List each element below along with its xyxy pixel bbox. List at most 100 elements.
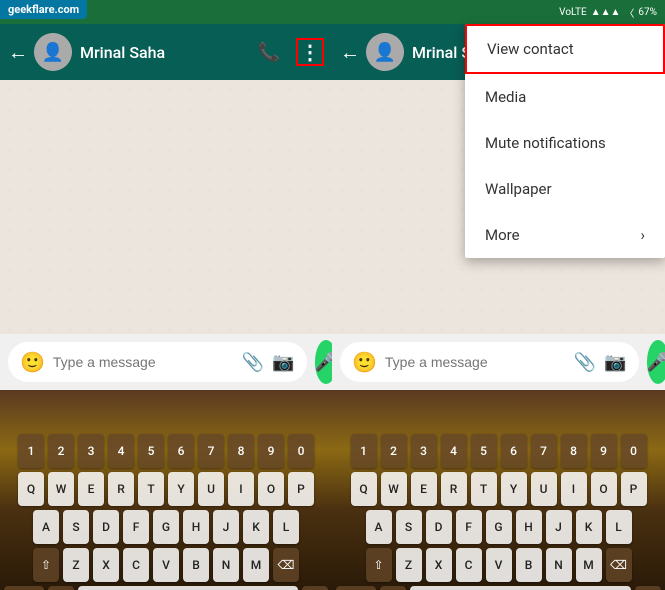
camera-icon-right[interactable]: 📷	[604, 352, 626, 373]
key-r-d[interactable]: D	[426, 510, 452, 544]
key-c[interactable]: C	[123, 548, 149, 582]
key-l[interactable]: L	[273, 510, 299, 544]
key-a[interactable]: A	[33, 510, 59, 544]
emoji-icon[interactable]: 🙂	[20, 350, 45, 374]
key-r-2[interactable]: 2	[381, 434, 407, 468]
key-r-c[interactable]: C	[456, 548, 482, 582]
key-j[interactable]: J	[213, 510, 239, 544]
key-d[interactable]: D	[93, 510, 119, 544]
shift-key[interactable]: ⇧	[33, 548, 59, 582]
key-r-o[interactable]: O	[591, 472, 617, 506]
back-button[interactable]: ←	[8, 40, 28, 65]
key-2[interactable]: 2	[48, 434, 74, 468]
key-y[interactable]: Y	[168, 472, 194, 506]
key-1[interactable]: 1	[18, 434, 44, 468]
key-g[interactable]: G	[153, 510, 179, 544]
key-u[interactable]: U	[198, 472, 224, 506]
more-button[interactable]: ⋮	[296, 38, 324, 66]
key-s[interactable]: S	[63, 510, 89, 544]
key-r-0[interactable]: 0	[621, 434, 647, 468]
key-r[interactable]: R	[108, 472, 134, 506]
key-h[interactable]: H	[183, 510, 209, 544]
key-5[interactable]: 5	[138, 434, 164, 468]
key-r-k[interactable]: K	[576, 510, 602, 544]
key-q[interactable]: Q	[18, 472, 44, 506]
key-f[interactable]: F	[123, 510, 149, 544]
key-0[interactable]: 0	[288, 434, 314, 468]
message-input-right[interactable]	[385, 354, 566, 370]
backspace-key-r[interactable]: ⌫	[606, 548, 632, 582]
backspace-key[interactable]: ⌫	[273, 548, 299, 582]
key-r-l[interactable]: L	[606, 510, 632, 544]
menu-mute[interactable]: Mute notifications	[465, 120, 665, 166]
key-r-t[interactable]: T	[471, 472, 497, 506]
key-r-p[interactable]: P	[621, 472, 647, 506]
key-r-a[interactable]: A	[366, 510, 392, 544]
key-r-u[interactable]: U	[531, 472, 557, 506]
key-r-q[interactable]: Q	[351, 472, 377, 506]
enter-key-r[interactable]: ↵	[635, 586, 661, 590]
key-v[interactable]: V	[153, 548, 179, 582]
attach-icon-right[interactable]: 📎	[574, 352, 596, 373]
key-w[interactable]: W	[48, 472, 74, 506]
key-r-z[interactable]: Z	[396, 548, 422, 582]
menu-wallpaper[interactable]: Wallpaper	[465, 166, 665, 212]
emoji-key[interactable]: 🙂	[48, 586, 74, 590]
mic-button-right[interactable]: 🎤	[647, 340, 665, 384]
menu-more[interactable]: More ›	[465, 212, 665, 258]
key-r-4[interactable]: 4	[441, 434, 467, 468]
key-r-r[interactable]: R	[441, 472, 467, 506]
key-r-1[interactable]: 1	[351, 434, 377, 468]
phone-icon[interactable]: 📞	[258, 42, 280, 63]
key-r-6[interactable]: 6	[501, 434, 527, 468]
key-r-n[interactable]: N	[546, 548, 572, 582]
message-input[interactable]	[53, 354, 234, 370]
key-b[interactable]: B	[183, 548, 209, 582]
key-r-e[interactable]: E	[411, 472, 437, 506]
camera-icon[interactable]: 📷	[272, 352, 294, 373]
key-i[interactable]: I	[228, 472, 254, 506]
key-7[interactable]: 7	[198, 434, 224, 468]
key-r-x[interactable]: X	[426, 548, 452, 582]
key-r-i[interactable]: I	[561, 472, 587, 506]
key-p[interactable]: P	[288, 472, 314, 506]
key-r-j[interactable]: J	[546, 510, 572, 544]
key-6[interactable]: 6	[168, 434, 194, 468]
key-k[interactable]: K	[243, 510, 269, 544]
emoji-key-r[interactable]: 🙂	[380, 586, 406, 590]
key-m[interactable]: M	[243, 548, 269, 582]
key-t[interactable]: T	[138, 472, 164, 506]
key-9[interactable]: 9	[258, 434, 284, 468]
key-r-8[interactable]: 8	[561, 434, 587, 468]
attach-icon[interactable]: 📎	[242, 352, 264, 373]
key-x[interactable]: X	[93, 548, 119, 582]
key-n[interactable]: N	[213, 548, 239, 582]
key-r-9[interactable]: 9	[591, 434, 617, 468]
back-button-right[interactable]: ←	[340, 40, 360, 65]
key-3[interactable]: 3	[78, 434, 104, 468]
key-r-g[interactable]: G	[486, 510, 512, 544]
key-r-s[interactable]: S	[396, 510, 422, 544]
space-key-r[interactable]: English (UK)	[410, 586, 631, 590]
menu-view-contact[interactable]: View contact	[465, 24, 665, 74]
key-r-h[interactable]: H	[516, 510, 542, 544]
shift-key-r[interactable]: ⇧	[366, 548, 392, 582]
key-r-b[interactable]: B	[516, 548, 542, 582]
key-e[interactable]: E	[78, 472, 104, 506]
key-o[interactable]: O	[258, 472, 284, 506]
emoji-icon-right[interactable]: 🙂	[352, 350, 377, 374]
key-4[interactable]: 4	[108, 434, 134, 468]
key-r-5[interactable]: 5	[471, 434, 497, 468]
key-r-m[interactable]: M	[576, 548, 602, 582]
enter-key[interactable]: ↵	[302, 586, 328, 590]
key-r-w[interactable]: W	[381, 472, 407, 506]
key-r-7[interactable]: 7	[531, 434, 557, 468]
key-z[interactable]: Z	[63, 548, 89, 582]
key-r-v[interactable]: V	[486, 548, 512, 582]
key-r-3[interactable]: 3	[411, 434, 437, 468]
key-r-y[interactable]: Y	[501, 472, 527, 506]
symbols-key[interactable]: ?123	[4, 586, 44, 590]
space-key[interactable]: English (UK)	[78, 586, 298, 590]
key-r-f[interactable]: F	[456, 510, 482, 544]
menu-media[interactable]: Media	[465, 74, 665, 120]
